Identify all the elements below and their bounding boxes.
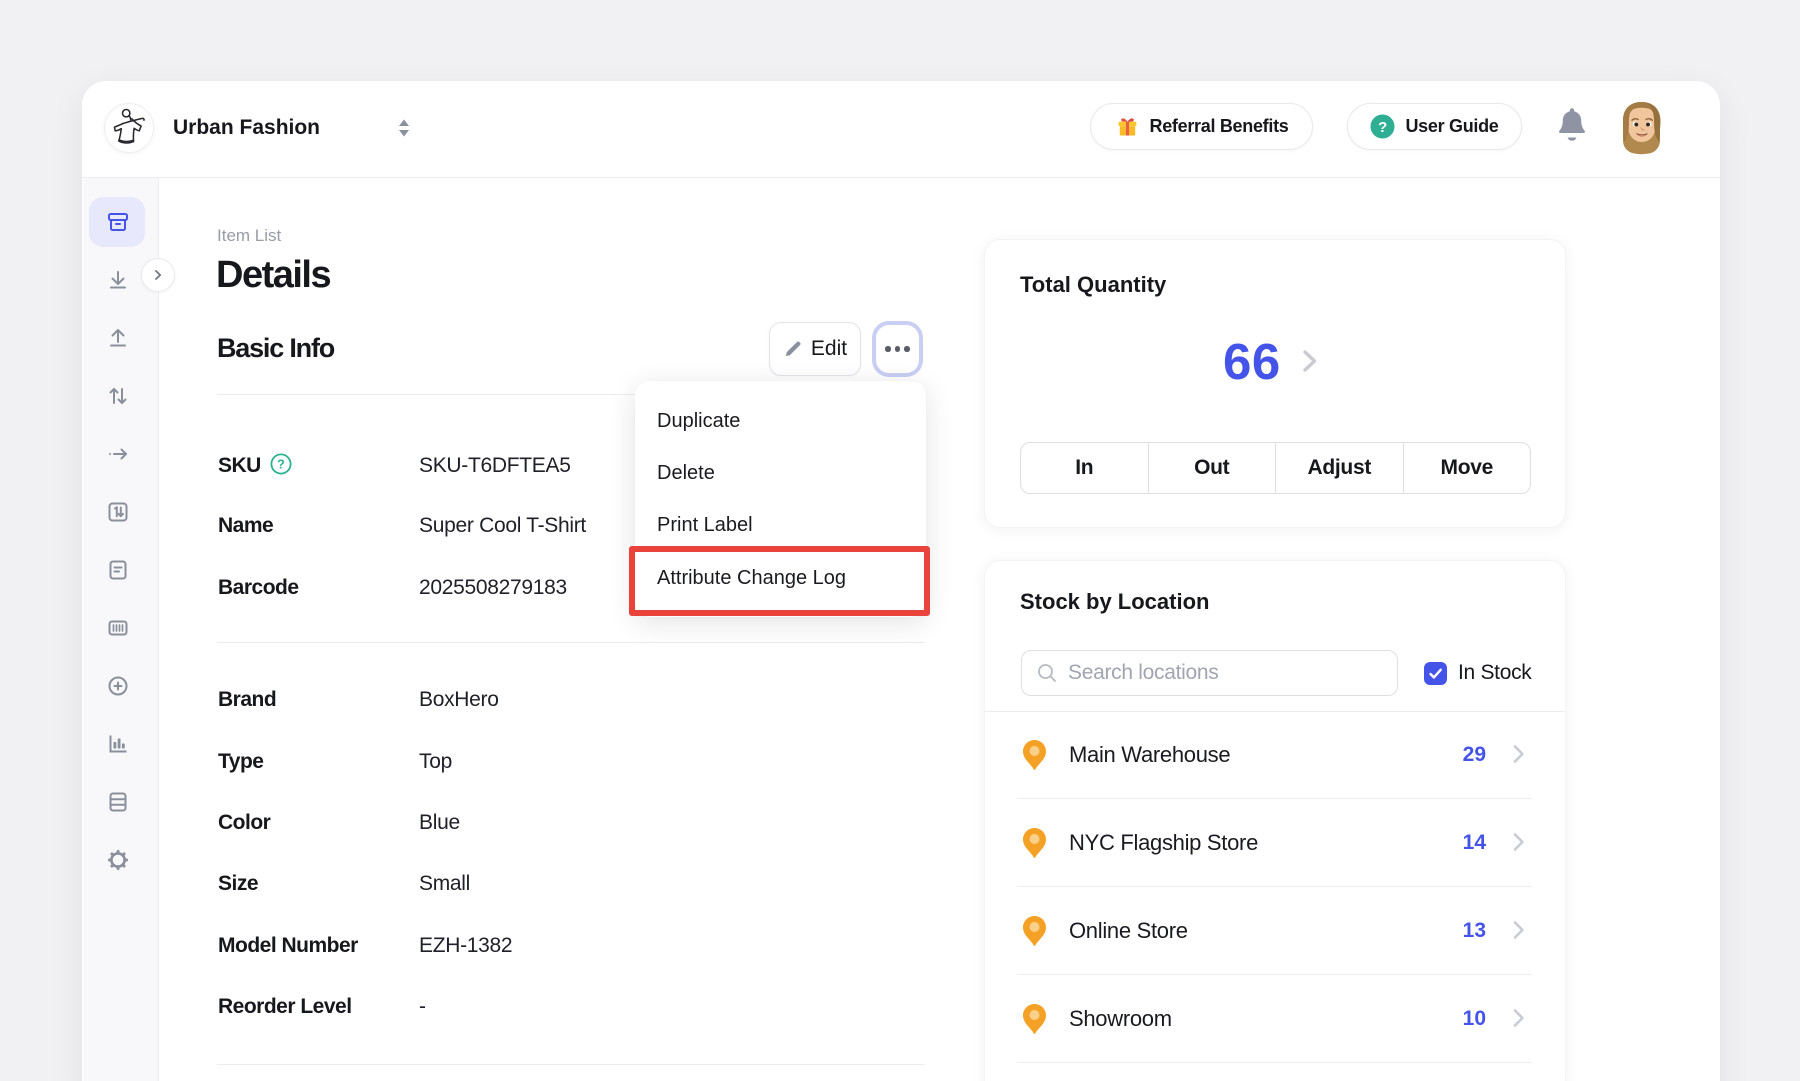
svg-text:?: ? bbox=[277, 458, 285, 472]
svg-text:?: ? bbox=[1379, 119, 1388, 136]
